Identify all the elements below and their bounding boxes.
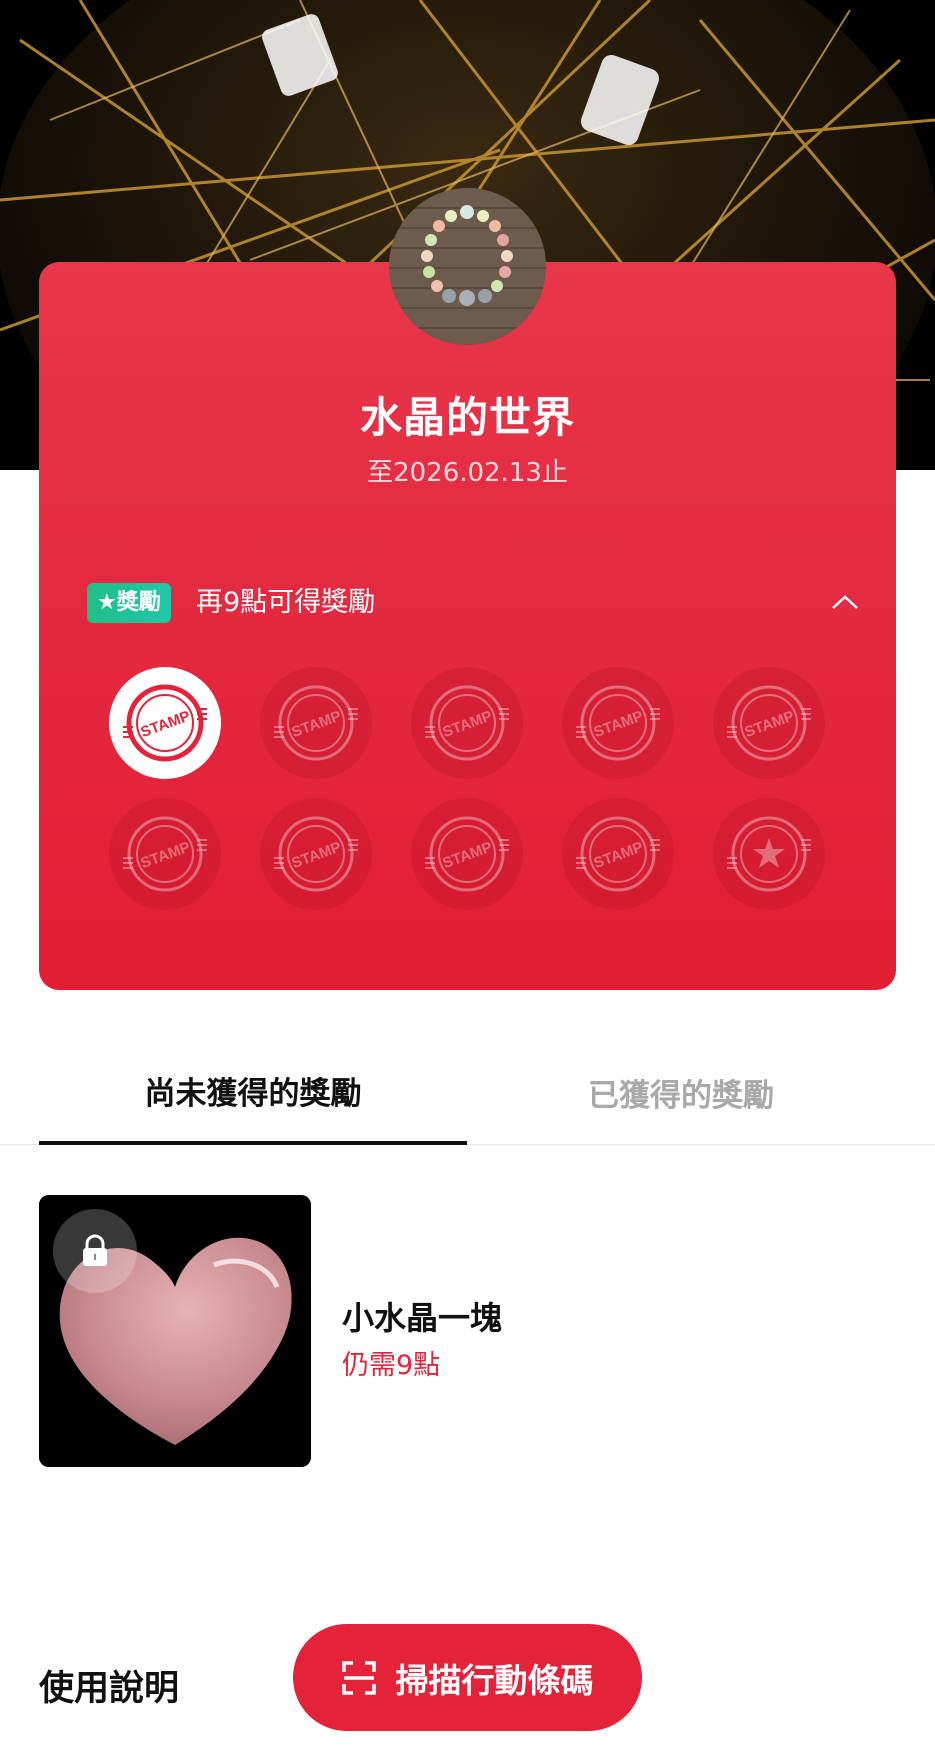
reward-tabs: 尚未獲得的獎勵 已獲得的獎勵: [0, 1040, 935, 1145]
shop-avatar: [389, 188, 546, 345]
svg-text:STAMP: STAMP: [289, 708, 343, 742]
stamp-slot-empty: STAMP: [109, 798, 221, 910]
scan-barcode-button[interactable]: 掃描行動條碼: [293, 1624, 642, 1731]
stamp-card: 水晶的世界 至2026.02.13止 ★獎勵 再9點可得獎勵 STAMP STAM…: [39, 262, 896, 990]
svg-text:STAMP: STAMP: [591, 708, 645, 742]
valid-until-date: 至2026.02.13止: [367, 458, 568, 488]
stamp-slot-empty: STAMP: [260, 798, 372, 910]
svg-text:STAMP: STAMP: [138, 708, 192, 742]
scan-button-label: 掃描行動條碼: [395, 1660, 594, 1700]
lock-icon: [53, 1209, 137, 1293]
stamp-slot-empty: STAMP: [411, 667, 523, 779]
reward-name: 小水晶一塊: [342, 1299, 503, 1337]
tab-unearned-rewards[interactable]: 尚未獲得的獎勵: [39, 1040, 467, 1145]
reward-progress-text: 再9點可得獎勵: [196, 587, 376, 618]
stamp-slot-empty: STAMP: [411, 798, 523, 910]
svg-text:STAMP: STAMP: [138, 839, 192, 873]
reward-thumbnail: [39, 1195, 311, 1467]
stamp-slot-collected: STAMP: [109, 667, 221, 779]
stamp-slot-empty: STAMP: [562, 667, 674, 779]
tab-earned-rewards[interactable]: 已獲得的獎勵: [467, 1040, 895, 1145]
shop-name: 水晶的世界: [359, 393, 575, 442]
reward-badge: ★獎勵: [87, 583, 171, 623]
stamp-slot-final-star: [713, 798, 825, 910]
scan-icon: [341, 1660, 376, 1695]
stamp-slot-empty: STAMP: [562, 798, 674, 910]
svg-text:STAMP: STAMP: [591, 839, 645, 873]
svg-text:STAMP: STAMP: [440, 708, 494, 742]
chevron-up-icon[interactable]: [823, 580, 867, 624]
reward-points-needed: 仍需9點: [342, 1350, 441, 1381]
svg-text:STAMP: STAMP: [289, 839, 343, 873]
svg-text:STAMP: STAMP: [742, 708, 796, 742]
usage-instructions-link[interactable]: 使用說明: [39, 1660, 179, 1711]
reward-list-item[interactable]: 小水晶一塊 仍需9點: [39, 1195, 896, 1467]
stamp-slot-empty: STAMP: [713, 667, 825, 779]
svg-text:STAMP: STAMP: [440, 839, 494, 873]
stamp-slot-empty: STAMP: [260, 667, 372, 779]
